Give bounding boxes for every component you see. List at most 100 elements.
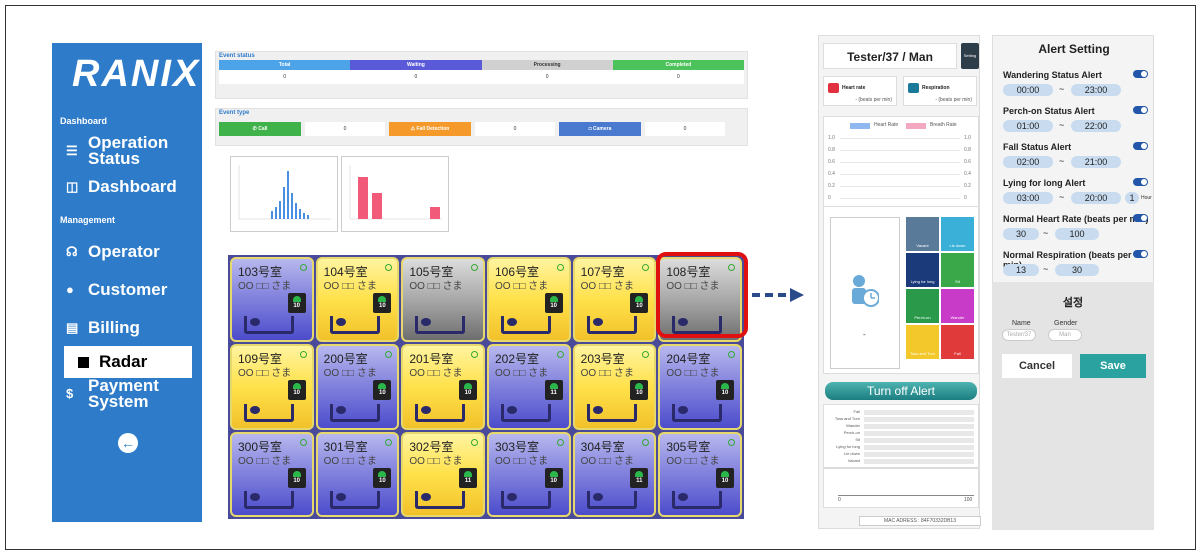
signal-badge: 10 bbox=[287, 467, 306, 488]
room-card[interactable]: 203号室 OO □□ さま 10 bbox=[572, 344, 657, 430]
y-tick-right: 0 bbox=[964, 195, 967, 201]
alert-from-field[interactable]: 00:00 bbox=[1003, 84, 1053, 96]
nav-operation-status[interactable]: ☰ Operation Status bbox=[66, 134, 168, 167]
heart-rate-card: Heart rate - (beats per min) bbox=[823, 76, 897, 106]
fall-count: 0 bbox=[475, 122, 555, 136]
alert-to-field[interactable]: 21:00 bbox=[1071, 156, 1121, 168]
axis-line bbox=[838, 495, 974, 496]
alert-to-field[interactable]: 23:00 bbox=[1071, 84, 1121, 96]
room-card[interactable]: 301号室 OO □□ さま 10 bbox=[315, 431, 400, 517]
alert-toggle[interactable] bbox=[1133, 142, 1148, 150]
bed-icon bbox=[500, 403, 551, 422]
turn-off-alert-button[interactable]: Turn off Alert bbox=[825, 382, 977, 400]
name-field[interactable]: Tester/37 bbox=[1002, 329, 1036, 341]
room-card[interactable]: 304号室 OO □□ さま 11 bbox=[572, 431, 657, 517]
setting-button[interactable]: Setting bbox=[961, 43, 979, 69]
camera-button[interactable]: ◘ Camera bbox=[559, 122, 641, 136]
room-card[interactable]: 201号室 OO □□ さま 10 bbox=[401, 344, 485, 430]
tilde: ~ bbox=[1059, 156, 1065, 166]
y-tick-left: 0.6 bbox=[828, 159, 835, 165]
alert-from-field[interactable]: 02:00 bbox=[1003, 156, 1053, 168]
call-button[interactable]: ✆ Call bbox=[219, 122, 301, 136]
signal-badge: 10 bbox=[373, 293, 392, 313]
alert-toggle[interactable] bbox=[1133, 70, 1148, 78]
room-card[interactable]: 104号室 OO □□ さま 10 bbox=[315, 257, 400, 343]
room-card[interactable]: 200号室 OO □□ さま 10 bbox=[315, 344, 400, 430]
nav-radar[interactable]: Radar bbox=[64, 346, 192, 378]
bed-icon bbox=[415, 403, 466, 422]
status-tile: Fall bbox=[941, 325, 974, 359]
room-card[interactable]: 107号室 OO □□ さま 10 bbox=[572, 257, 657, 343]
alert-toggle[interactable] bbox=[1133, 178, 1148, 186]
resident-name: OO □□ さま bbox=[409, 455, 463, 467]
nav-payment-system[interactable]: $ Payment System bbox=[66, 377, 159, 410]
gender-field[interactable]: Man bbox=[1048, 329, 1082, 341]
alert-from-field[interactable]: 13 bbox=[1003, 264, 1039, 276]
nav-operator[interactable]: ☊ Operator bbox=[66, 243, 160, 260]
room-card[interactable]: 204号室 OO □□ さま 10 bbox=[658, 344, 742, 430]
status-dot bbox=[642, 438, 650, 446]
history-track bbox=[864, 452, 974, 457]
status-tile: Lie down bbox=[941, 217, 974, 251]
alert-toggle[interactable] bbox=[1133, 250, 1148, 258]
alert-to-field[interactable]: 30 bbox=[1055, 264, 1099, 276]
y-tick-left: 1.0 bbox=[828, 135, 835, 141]
history-track bbox=[864, 410, 974, 415]
alert-toggle[interactable] bbox=[1133, 214, 1148, 222]
heart-icon bbox=[828, 83, 839, 93]
alert-to-field[interactable]: 22:00 bbox=[1071, 120, 1121, 132]
status-value: 0 bbox=[612, 70, 744, 84]
alert-label: Normal Heart Rate (beats per min) bbox=[1003, 214, 1149, 224]
histogram-svg bbox=[238, 165, 331, 220]
status-dot bbox=[470, 351, 478, 359]
status-dot bbox=[385, 351, 393, 359]
status-header-waiting: Waiting bbox=[350, 60, 482, 70]
cancel-button[interactable]: Cancel bbox=[1002, 354, 1072, 378]
grid-line bbox=[840, 198, 960, 199]
room-card[interactable]: 106号室 OO □□ さま 10 bbox=[486, 257, 571, 343]
room-card[interactable]: 202号室 OO □□ さま 11 bbox=[486, 344, 571, 430]
resident-name: OO □□ さま bbox=[323, 368, 377, 380]
settings-save-panel: 설정 Name Gender Tester/37 Man Cancel Save bbox=[992, 282, 1154, 530]
room-card[interactable]: 103号室 OO □□ さま 10 bbox=[230, 257, 314, 343]
signal-badge: 10 bbox=[373, 380, 392, 401]
arrow-left-icon[interactable]: ← bbox=[118, 433, 138, 453]
alert-to-field[interactable]: 20:00 bbox=[1071, 192, 1121, 204]
status-dot bbox=[556, 438, 564, 446]
grid-line bbox=[840, 174, 960, 175]
mini-histogram-chart bbox=[230, 156, 338, 232]
room-card[interactable]: 300号室 OO □□ さま 10 bbox=[230, 431, 314, 517]
nav-customer[interactable]: ● Customer bbox=[66, 281, 167, 298]
y-tick-right: 1.0 bbox=[964, 135, 971, 141]
room-card[interactable]: 105号室 OO □□ さま bbox=[401, 257, 485, 343]
nav-billing[interactable]: ▤ Billing bbox=[66, 319, 140, 336]
resident-name: OO □□ さま bbox=[409, 281, 463, 292]
section-management: Management bbox=[60, 215, 116, 225]
bed-icon bbox=[415, 316, 466, 335]
alert-toggle[interactable] bbox=[1133, 106, 1148, 114]
mini-bar-chart bbox=[341, 156, 449, 232]
alert-from-field[interactable]: 01:00 bbox=[1003, 120, 1053, 132]
alert-to-field[interactable]: 100 bbox=[1055, 228, 1099, 240]
fall-detection-button[interactable]: ⚠ Fall Detection bbox=[389, 122, 471, 136]
resident-name: OO □□ さま bbox=[580, 455, 634, 467]
status-dot bbox=[470, 264, 478, 271]
nav-dashboard[interactable]: ◫ Dashboard bbox=[66, 178, 177, 195]
alert-from-field[interactable]: 03:00 bbox=[1003, 192, 1053, 204]
axis-min: 0 bbox=[838, 497, 841, 503]
resident-name: OO □□ さま bbox=[666, 455, 720, 467]
section-dashboard: Dashboard bbox=[60, 116, 108, 126]
resident-name: OO □□ さま bbox=[580, 281, 634, 292]
room-card[interactable]: 305号室 OO □□ さま 10 bbox=[658, 431, 742, 517]
status-dot bbox=[470, 438, 478, 446]
room-card[interactable]: 302号室 OO □□ さま 11 bbox=[401, 431, 485, 517]
nav-label: Radar bbox=[99, 352, 148, 371]
room-card[interactable]: 303号室 OO □□ さま 10 bbox=[486, 431, 571, 517]
resident-name: OO □□ さま bbox=[238, 281, 292, 292]
room-card[interactable]: 109号室 OO □□ さま 10 bbox=[230, 344, 314, 430]
alert-from-field[interactable]: 30 bbox=[1003, 228, 1039, 240]
status-dot bbox=[727, 438, 735, 446]
hour-field[interactable]: 1 bbox=[1125, 192, 1139, 204]
status-value: 0 bbox=[350, 70, 482, 84]
save-button[interactable]: Save bbox=[1080, 354, 1146, 378]
